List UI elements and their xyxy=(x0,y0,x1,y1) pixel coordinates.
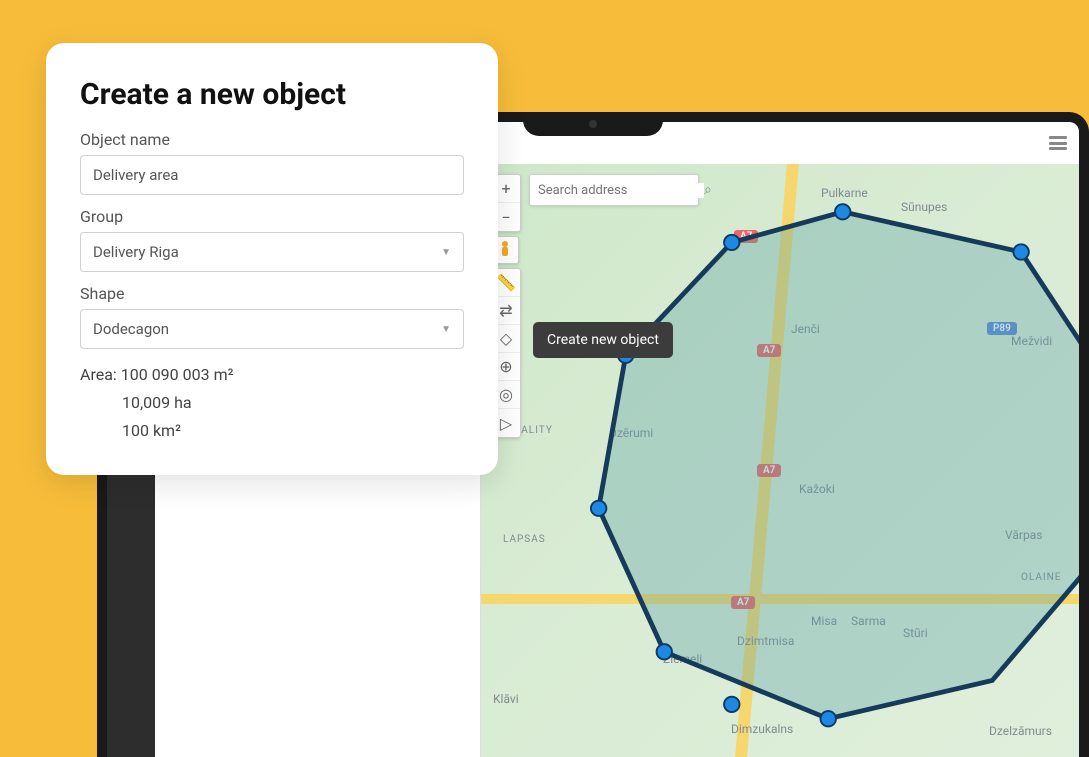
create-object-modal: Create a new object Object name Delivery… xyxy=(46,43,498,475)
map-label: Sarma xyxy=(851,614,886,628)
chevron-down-icon: ▼ xyxy=(441,247,451,258)
map-label: Ziemeļi xyxy=(663,652,702,666)
map-label: OLAINE xyxy=(1021,572,1061,583)
map-search[interactable]: ⌕ xyxy=(529,174,699,206)
object-name-field[interactable]: Delivery area xyxy=(80,155,464,195)
road-badge-a7: A7 xyxy=(757,462,781,477)
map-label: Sūnupes xyxy=(901,200,947,214)
map-label: Dzērumi xyxy=(609,426,653,440)
road-badge-a7: A7 xyxy=(731,594,755,609)
area-km2: 100 km² xyxy=(80,417,464,445)
map-label: Kažoki xyxy=(799,482,835,496)
map-tooltip: Create new object xyxy=(533,322,673,358)
map-label: Jenči xyxy=(791,322,820,336)
chevron-down-icon: ▼ xyxy=(441,324,451,335)
map-label: LAPSAS xyxy=(503,534,546,545)
device-notch xyxy=(523,112,663,136)
search-input[interactable] xyxy=(538,183,704,198)
menu-icon[interactable] xyxy=(1049,136,1067,150)
search-icon[interactable]: ⌕ xyxy=(704,182,712,198)
group-select[interactable]: Delivery Riga ▼ xyxy=(80,232,464,272)
group-label: Group xyxy=(80,207,464,226)
shape-select[interactable]: Dodecagon ▼ xyxy=(80,309,464,349)
map-canvas[interactable]: Pulkarne Sūnupes Jenči Mežvidi Dzērumi K… xyxy=(481,164,1079,757)
road-badge-p89: P89 xyxy=(987,320,1017,335)
area-ha: 10,009 ha xyxy=(80,389,464,417)
object-name-label: Object name xyxy=(80,130,464,149)
road-badge-a7: A7 xyxy=(757,342,781,357)
map-label: Vārpas xyxy=(1005,528,1042,542)
area-info: Area: 100 090 003 m² 10,009 ha 100 km² xyxy=(80,361,464,445)
map-label: Stūri xyxy=(903,626,928,640)
map-label: Mežvidi xyxy=(1011,334,1052,348)
map-label: Dimzukalns xyxy=(731,722,793,736)
map-label: Misa xyxy=(811,614,837,628)
map-label: Dzimtmisa xyxy=(737,634,794,648)
modal-title: Create a new object xyxy=(80,77,464,112)
shape-label: Shape xyxy=(80,284,464,303)
area-m2: Area: 100 090 003 m² xyxy=(80,361,464,389)
map-label: Dzelzāmurs xyxy=(989,724,1052,738)
map-label: Pulkarne xyxy=(821,186,868,200)
road-badge-a7: A7 xyxy=(734,228,758,243)
map-label: Klāvi xyxy=(493,692,519,706)
